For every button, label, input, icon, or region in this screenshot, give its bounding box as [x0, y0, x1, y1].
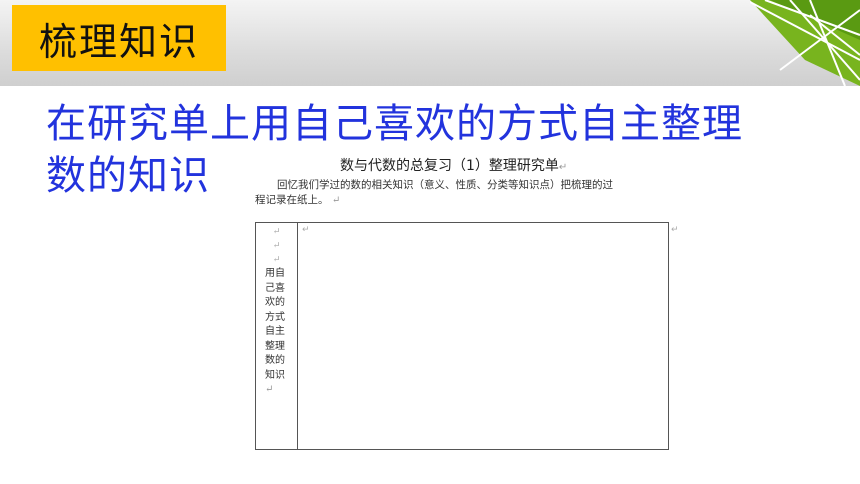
paragraph-mark: ↵	[558, 162, 568, 173]
left-cell-text-content: 用自己喜欢的方式自主整理数的知识	[265, 268, 285, 381]
paragraph-marks: ↵ ↵ ↵	[256, 225, 297, 267]
intro-line-1: 回忆我们学过的数的相关知识（意义、性质、分类等知识点）把梳理的过	[277, 179, 613, 191]
section-tag: 梳理知识	[12, 5, 226, 71]
paragraph-mark: ↵	[272, 255, 281, 265]
table-left-cell: ↵ ↵ ↵ 用自己喜欢的方式自主整理数的知识 ↵	[256, 223, 297, 449]
left-cell-text: 用自己喜欢的方式自主整理数的知识 ↵	[265, 267, 289, 398]
paragraph-mark: ↵	[272, 241, 281, 251]
paragraph-mark: ↵	[302, 225, 310, 235]
paragraph-mark: ↵	[331, 195, 341, 206]
section-tag-label: 梳理知识	[38, 19, 199, 64]
intro-line-2: 程记录在纸上。 ↵	[255, 193, 655, 208]
worksheet-intro: 回忆我们学过的数的相关知识（意义、性质、分类等知识点）把梳理的过 程记录在纸上。…	[255, 178, 655, 208]
paragraph-mark: ↵	[265, 384, 274, 395]
worksheet-table: ↵ ↵ ↵ 用自己喜欢的方式自主整理数的知识 ↵ ↵	[255, 222, 669, 450]
worksheet-title-text: 数与代数的总复习（1）整理研究单	[340, 158, 559, 174]
intro-line-2-text: 程记录在纸上。	[255, 194, 329, 206]
corner-decoration-icon	[750, 0, 860, 86]
worksheet-title: 数与代数的总复习（1）整理研究单↵	[340, 155, 567, 175]
paragraph-mark: ↵	[671, 225, 679, 235]
table-column-divider	[297, 223, 298, 449]
paragraph-mark: ↵	[272, 227, 281, 237]
headline-line-1: 在研究单上用自己喜欢的方式自主整理	[46, 101, 743, 147]
